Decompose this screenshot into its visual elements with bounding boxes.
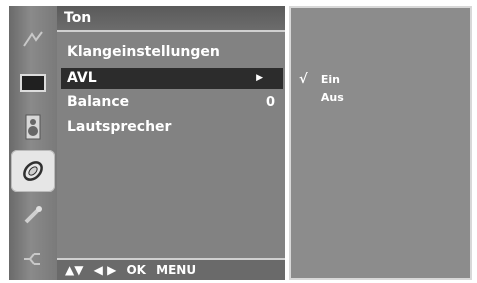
option-aus[interactable]: Aus	[299, 90, 344, 106]
option-label: Aus	[320, 91, 344, 104]
balance-value: 0	[265, 95, 275, 110]
setup-icon[interactable]	[11, 238, 55, 280]
title-divider	[57, 30, 285, 32]
leftright-arrows-icon: ◀ ▶	[93, 263, 117, 277]
menu-item-label: Klangeinstellungen	[67, 44, 220, 60]
menu-item-label: Lautsprecher	[67, 119, 172, 135]
avl-submenu-panel: √ Ein Aus	[289, 6, 472, 280]
menu-hint: MENU	[156, 263, 197, 277]
check-mark-icon: √	[299, 72, 308, 87]
menu-icon-column	[9, 6, 57, 280]
menu-item-avl[interactable]: AVL ▶	[61, 68, 283, 89]
menu-item-balance[interactable]: Balance 0	[61, 92, 283, 113]
option-ein[interactable]: √ Ein	[299, 72, 340, 88]
screen-icon[interactable]	[11, 62, 55, 104]
tv-osd-screen: Ton Klangeinstellungen AVL ▶ Balance 0 L…	[0, 0, 477, 283]
sound-menu-panel: Ton Klangeinstellungen AVL ▶ Balance 0 L…	[57, 6, 285, 280]
menu-item-klangeinstellungen[interactable]: Klangeinstellungen	[61, 42, 283, 63]
menu-item-label: Balance	[67, 94, 130, 110]
option-label: Ein	[320, 73, 340, 86]
picture-icon[interactable]	[11, 18, 55, 60]
menu-title: Ton	[57, 6, 285, 30]
speaker-icon[interactable]	[11, 106, 55, 148]
ok-hint: OK	[126, 263, 146, 277]
submenu-arrow-icon: ▶	[256, 73, 263, 83]
option-icon[interactable]	[11, 194, 55, 236]
menu-item-label: AVL	[67, 70, 97, 86]
updown-arrows-icon: ▲▼	[65, 263, 84, 277]
navigation-hint-bar: ▲▼ ◀ ▶ OK MENU	[57, 258, 285, 280]
menu-item-lautsprecher[interactable]: Lautsprecher	[61, 117, 283, 138]
time-icon[interactable]	[11, 150, 55, 192]
